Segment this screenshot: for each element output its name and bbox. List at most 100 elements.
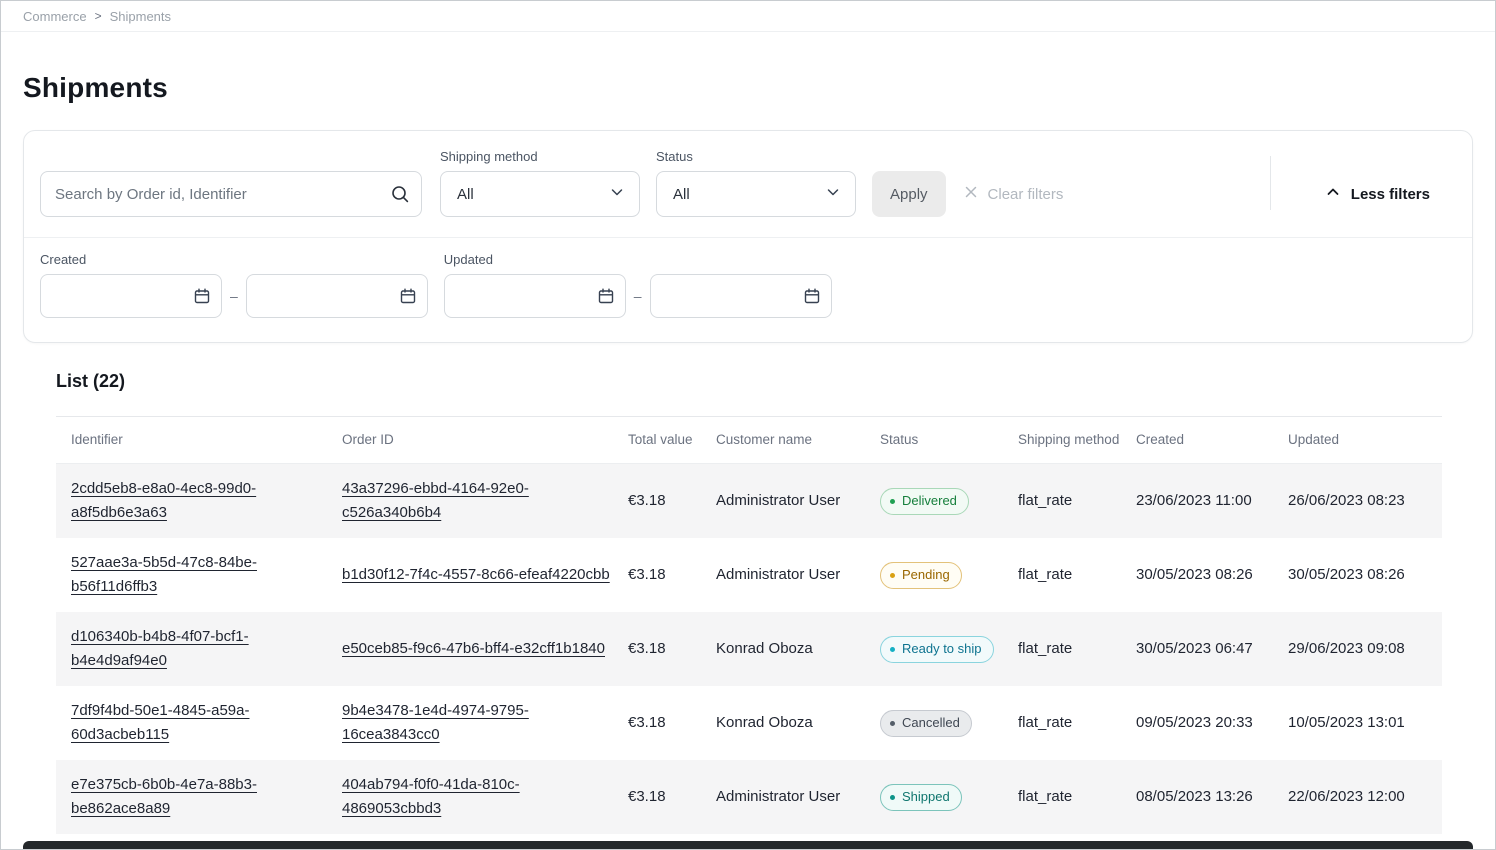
updated-cell: 10/05/2023 13:01 — [1288, 686, 1442, 760]
customer-name-cell: Konrad Oboza — [716, 612, 880, 686]
search-input[interactable] — [40, 171, 422, 217]
created-filter-group: Created — [40, 252, 428, 318]
order-id-link[interactable]: 404ab794-f0f0-41da-810c-4869053cbbd3 — [342, 776, 520, 817]
identifier-link[interactable]: 527aae3a-5b5d-47c8-84be-b56f11d6ffb3 — [71, 554, 257, 595]
updated-label: Updated — [444, 252, 832, 267]
breadcrumb-item-shipments[interactable]: Shipments — [110, 9, 171, 24]
identifier-link[interactable]: e7e375cb-6b0b-4e7a-88b3-be862ace8a89 — [71, 776, 257, 817]
order-id-link[interactable]: 43a37296-ebbd-4164-92e0-c526a340b6b4 — [342, 480, 529, 521]
table-row: 2cdd5eb8-e8a0-4ec8-99d0-a8f5db6e3a63 43a… — [56, 464, 1442, 539]
created-cell: 30/05/2023 06:47 — [1136, 612, 1288, 686]
filters-row-primary: Shipping method All Status All — [24, 131, 1472, 237]
range-separator: – — [230, 288, 238, 304]
bottom-bar — [23, 841, 1473, 849]
column-header-updated: Updated — [1288, 417, 1442, 464]
shipments-table: Identifier Order ID Total value Customer… — [56, 416, 1442, 834]
updated-filter-group: Updated — [444, 252, 832, 318]
breadcrumb-bar: Commerce > Shipments — [1, 1, 1495, 32]
customer-name-cell: Administrator User — [716, 464, 880, 539]
less-filters-label: Less filters — [1351, 186, 1430, 203]
status-label: Status — [656, 149, 856, 164]
created-label: Created — [40, 252, 428, 267]
chevron-up-icon — [1325, 184, 1341, 204]
status-badge: Ready to ship — [880, 636, 994, 663]
column-header-total-value: Total value — [628, 417, 716, 464]
status-cell: Pending — [880, 538, 1018, 612]
table-row: 7df9f4bd-50e1-4845-a59a-60d3acbeb115 9b4… — [56, 686, 1442, 760]
status-badge: Delivered — [880, 488, 969, 515]
total-value-cell: €3.18 — [628, 686, 716, 760]
search-box — [40, 171, 422, 217]
created-to-field — [246, 274, 428, 318]
close-icon — [962, 183, 980, 205]
updated-to-field — [650, 274, 832, 318]
filters-row-dates: Created — [24, 237, 1472, 342]
table-header-row: Identifier Order ID Total value Customer… — [56, 417, 1442, 464]
shipping-method-label: Shipping method — [440, 149, 640, 164]
apply-button[interactable]: Apply — [872, 171, 946, 217]
identifier-link[interactable]: d106340b-b4b8-4f07-bcf1-b4e4d9af94e0 — [71, 628, 249, 669]
shipments-list: List (22) Identifier Order ID Total valu… — [23, 371, 1473, 834]
status-dot-icon — [890, 647, 895, 652]
status-select[interactable]: All — [656, 171, 856, 217]
total-value-cell: €3.18 — [628, 538, 716, 612]
updated-cell: 29/06/2023 09:08 — [1288, 612, 1442, 686]
created-cell: 09/05/2023 20:33 — [1136, 686, 1288, 760]
status-dot-icon — [890, 795, 895, 800]
column-header-shipping-method: Shipping method — [1018, 417, 1136, 464]
status-badge: Pending — [880, 562, 962, 589]
created-cell: 23/06/2023 11:00 — [1136, 464, 1288, 539]
status-cell: Cancelled — [880, 686, 1018, 760]
table-row: 527aae3a-5b5d-47c8-84be-b56f11d6ffb3 b1d… — [56, 538, 1442, 612]
status-badge: Shipped — [880, 784, 962, 811]
created-from-field — [40, 274, 222, 318]
customer-name-cell: Administrator User — [716, 760, 880, 834]
breadcrumb-item-commerce[interactable]: Commerce — [23, 9, 87, 24]
created-cell: 30/05/2023 08:26 — [1136, 538, 1288, 612]
less-filters-button[interactable]: Less filters — [1325, 171, 1430, 217]
shipping-method-select[interactable]: All — [440, 171, 640, 217]
status-value: All — [673, 186, 690, 203]
column-header-order-id: Order ID — [342, 417, 628, 464]
shipping-method-cell: flat_rate — [1018, 686, 1136, 760]
identifier-link[interactable]: 7df9f4bd-50e1-4845-a59a-60d3acbeb115 — [71, 702, 249, 743]
shipping-method-cell: flat_rate — [1018, 760, 1136, 834]
calendar-icon — [803, 287, 821, 310]
breadcrumb: Commerce > Shipments — [23, 9, 171, 24]
status-badge-label: Pending — [902, 567, 950, 584]
clear-filters-label: Clear filters — [988, 186, 1064, 203]
shipping-method-field: Shipping method All — [440, 149, 640, 217]
table-row: e7e375cb-6b0b-4e7a-88b3-be862ace8a89 404… — [56, 760, 1442, 834]
order-id-link[interactable]: e50ceb85-f9c6-47b6-bff4-e32cff1b1840 — [342, 640, 605, 657]
clear-filters-button[interactable]: Clear filters — [962, 171, 1064, 217]
calendar-icon — [399, 287, 417, 310]
calendar-icon — [193, 287, 211, 310]
range-separator: – — [634, 288, 642, 304]
status-badge-label: Delivered — [902, 493, 957, 510]
identifier-link[interactable]: 2cdd5eb8-e8a0-4ec8-99d0-a8f5db6e3a63 — [71, 480, 256, 521]
column-header-customer-name: Customer name — [716, 417, 880, 464]
shipping-method-cell: flat_rate — [1018, 612, 1136, 686]
updated-cell: 26/06/2023 08:23 — [1288, 464, 1442, 539]
list-title: List (22) — [56, 371, 1440, 392]
status-dot-icon — [890, 721, 895, 726]
calendar-icon — [597, 287, 615, 310]
order-id-link[interactable]: b1d30f12-7f4c-4557-8c66-efeaf4220cbb — [342, 566, 610, 583]
search-icon — [390, 184, 410, 209]
status-badge-label: Cancelled — [902, 715, 960, 732]
shipments-page: Commerce > Shipments Shipments — [0, 0, 1496, 850]
breadcrumb-separator: > — [95, 9, 102, 23]
order-id-link[interactable]: 9b4e3478-1e4d-4974-9795-16cea3843cc0 — [342, 702, 529, 743]
chevron-down-icon — [609, 184, 625, 204]
updated-from-field — [444, 274, 626, 318]
shipping-method-cell: flat_rate — [1018, 464, 1136, 539]
status-field: Status All — [656, 149, 856, 217]
status-cell: Ready to ship — [880, 612, 1018, 686]
main-content: Shipments Shipping method All — [1, 72, 1495, 834]
column-header-created: Created — [1136, 417, 1288, 464]
shipping-method-cell: flat_rate — [1018, 538, 1136, 612]
status-cell: Shipped — [880, 760, 1018, 834]
status-dot-icon — [890, 573, 895, 578]
status-badge-label: Ready to ship — [902, 641, 982, 658]
total-value-cell: €3.18 — [628, 464, 716, 539]
